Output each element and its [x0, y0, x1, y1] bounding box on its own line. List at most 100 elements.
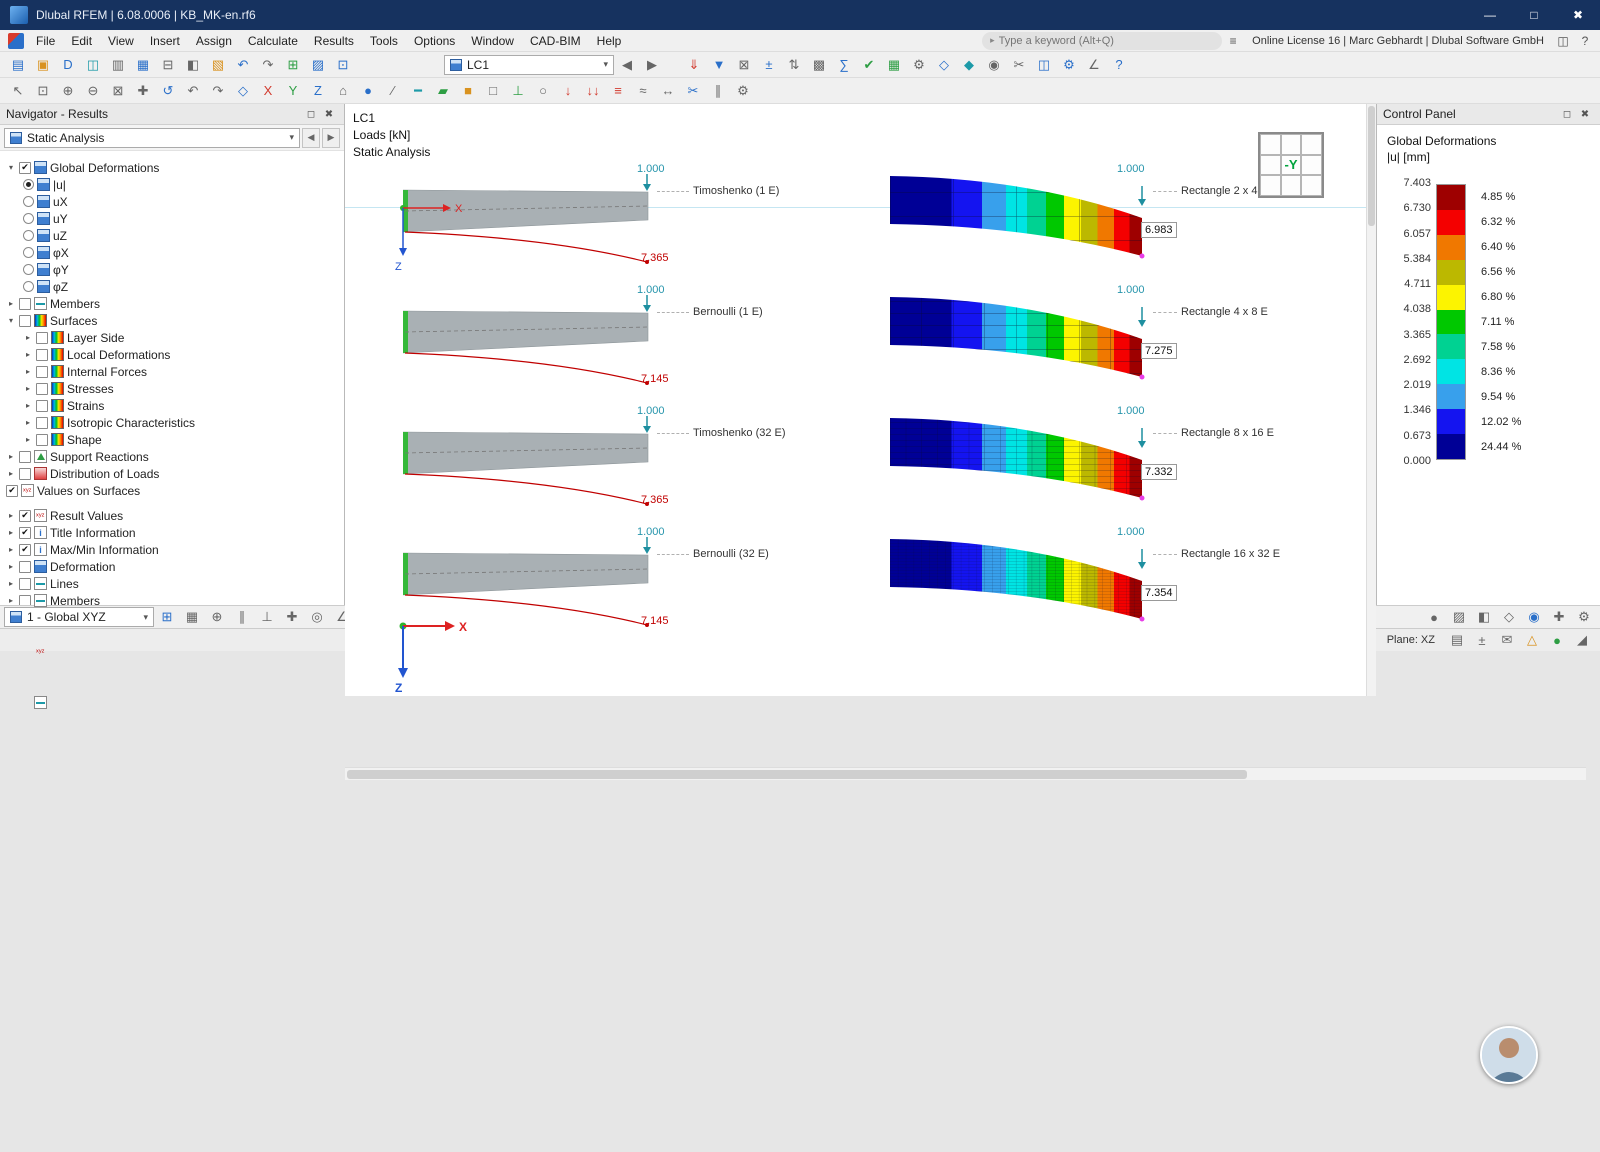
- new-model-icon[interactable]: ▤: [6, 54, 30, 76]
- snap-icon[interactable]: ⊕: [205, 606, 229, 628]
- full-view-icon[interactable]: ⌂: [331, 80, 355, 102]
- radio-button[interactable]: [23, 196, 34, 207]
- checkbox[interactable]: [36, 399, 48, 412]
- show-results-icon[interactable]: ▼: [707, 54, 731, 76]
- checkbox[interactable]: [36, 433, 48, 446]
- expander-icon[interactable]: ▸: [23, 401, 33, 410]
- calculate-icon[interactable]: ∑: [832, 54, 856, 76]
- view-3d-icon[interactable]: ◇: [932, 54, 956, 76]
- mesh-label[interactable]: Rectangle 16 x 32 E: [1181, 548, 1280, 560]
- maximize-icon[interactable]: □: [1512, 0, 1556, 30]
- nav-forward-icon[interactable]: ▶: [322, 127, 340, 148]
- checkbox[interactable]: [19, 314, 31, 327]
- view-x-icon[interactable]: X: [256, 80, 280, 102]
- check-model-icon[interactable]: ✔: [857, 54, 881, 76]
- measure-icon[interactable]: ∠: [1082, 54, 1106, 76]
- beam-figure[interactable]: [403, 412, 655, 520]
- menu-item[interactable]: Help: [589, 32, 630, 50]
- bim-exchange-icon[interactable]: ◫: [81, 54, 105, 76]
- work-plane-icon[interactable]: ⊞: [155, 606, 179, 628]
- result-values-icon[interactable]: ⊠: [732, 54, 756, 76]
- tree-item[interactable]: ▸ ✔ Title Information: [6, 524, 342, 541]
- expander-icon[interactable]: ▾: [6, 163, 16, 172]
- checkbox[interactable]: [19, 450, 31, 463]
- checkbox[interactable]: [19, 577, 31, 590]
- view-cube-face-label[interactable]: -Y: [1280, 154, 1302, 176]
- tree-item[interactable]: ▾ ✔ Global Deformations: [6, 159, 342, 176]
- expander-icon[interactable]: ▸: [23, 367, 33, 376]
- table-horizontal-scrollbar[interactable]: [345, 767, 1586, 780]
- dimension-icon[interactable]: ↔: [656, 80, 680, 102]
- tree-item[interactable]: ▸ Layer Side: [6, 329, 342, 346]
- radio-button[interactable]: [23, 179, 34, 190]
- model-viewport[interactable]: LC1 Loads [kN] Static Analysis -Y X Z X …: [345, 104, 1366, 696]
- mesh-figure[interactable]: [890, 410, 1152, 518]
- float-panel-icon[interactable]: ◻: [1558, 106, 1576, 122]
- expander-icon[interactable]: ▸: [6, 596, 16, 605]
- tree-item[interactable]: ▸ ✔ Result Values: [6, 507, 342, 524]
- tree-item[interactable]: ▸ Internal Forces: [6, 363, 342, 380]
- background-layers-icon[interactable]: ▨: [1447, 606, 1471, 628]
- resize-grip-icon[interactable]: ◢: [1570, 629, 1594, 651]
- isometric-view-icon[interactable]: ◇: [231, 80, 255, 102]
- menu-item[interactable]: Assign: [188, 32, 240, 50]
- solver-settings-icon[interactable]: ⚙: [907, 54, 931, 76]
- grid-icon[interactable]: ▦: [180, 606, 204, 628]
- display-scale-icon[interactable]: ⇅: [782, 54, 806, 76]
- messages-icon[interactable]: ✉: [1495, 629, 1519, 651]
- close-panel-icon[interactable]: ✖: [1576, 106, 1594, 122]
- select-window-icon[interactable]: ⊡: [31, 80, 55, 102]
- open-model-icon[interactable]: ▣: [31, 54, 55, 76]
- dxf-underlay-icon[interactable]: ◇: [1497, 606, 1521, 628]
- expander-icon[interactable]: ▸: [6, 528, 16, 537]
- checkbox[interactable]: [36, 382, 48, 395]
- mesh-figure[interactable]: [890, 289, 1152, 397]
- float-panel-icon[interactable]: ◻: [302, 106, 320, 122]
- checkbox[interactable]: [19, 560, 31, 573]
- nodal-load-icon[interactable]: ↓: [556, 80, 580, 102]
- tree-item[interactable]: φZ: [6, 278, 342, 295]
- tree-item[interactable]: φX: [6, 244, 342, 261]
- zoom-in-icon[interactable]: ⊕: [56, 80, 80, 102]
- render-icon[interactable]: ◆: [957, 54, 981, 76]
- tree-item[interactable]: ▸ Lines: [6, 575, 342, 592]
- nav-back-icon[interactable]: ◀: [302, 127, 320, 148]
- tree-item[interactable]: ▸ Strains: [6, 397, 342, 414]
- search-input[interactable]: [998, 34, 1215, 47]
- max-min-icon[interactable]: ±: [757, 54, 781, 76]
- ready-indicator-icon[interactable]: ●: [1545, 629, 1569, 651]
- clipping-icon[interactable]: ✂: [1007, 54, 1031, 76]
- hinge-icon[interactable]: ○: [531, 80, 555, 102]
- checkbox[interactable]: [36, 416, 48, 429]
- warnings-icon[interactable]: △: [1520, 629, 1544, 651]
- keyword-search[interactable]: ▸: [982, 31, 1223, 50]
- tree-item[interactable]: uZ: [6, 227, 342, 244]
- help-toolbar-icon[interactable]: ?: [1107, 54, 1131, 76]
- line-load-icon[interactable]: ↓↓: [581, 80, 605, 102]
- menu-item[interactable]: Window: [463, 32, 522, 50]
- minimize-icon[interactable]: —: [1468, 0, 1512, 30]
- tree-item[interactable]: ▸ Stresses: [6, 380, 342, 397]
- show-loads-icon[interactable]: ⇓: [682, 54, 706, 76]
- menu-item[interactable]: View: [100, 32, 142, 50]
- table-manager-icon[interactable]: ⊞: [281, 54, 305, 76]
- tree-item[interactable]: |u|: [6, 176, 342, 193]
- beam-label[interactable]: Timoshenko (32 E): [693, 427, 786, 439]
- radio-button[interactable]: [23, 230, 34, 241]
- previous-view-icon[interactable]: ↶: [181, 80, 205, 102]
- support-icon[interactable]: ⊥: [506, 80, 530, 102]
- beam-label[interactable]: Timoshenko (1 E): [693, 185, 779, 197]
- checkbox[interactable]: [36, 348, 48, 361]
- section-icon[interactable]: ✂: [681, 80, 705, 102]
- guide-lines-icon[interactable]: ∥: [706, 80, 730, 102]
- menu-item[interactable]: CAD-BIM: [522, 32, 589, 50]
- settings-icon[interactable]: ⚙: [1057, 54, 1081, 76]
- coordinate-system-dropdown[interactable]: 1 - Global XYZ ▾: [4, 607, 154, 627]
- snap-points-icon[interactable]: ●: [1422, 606, 1446, 628]
- menu-list-icon[interactable]: ≡: [1222, 32, 1244, 50]
- expander-icon[interactable]: ▸: [6, 511, 16, 520]
- select-icon[interactable]: ↖: [6, 80, 30, 102]
- print-icon[interactable]: ▥: [106, 54, 130, 76]
- save-icon[interactable]: ▦: [131, 54, 155, 76]
- tree-item[interactable]: ▸ Support Reactions: [6, 448, 342, 465]
